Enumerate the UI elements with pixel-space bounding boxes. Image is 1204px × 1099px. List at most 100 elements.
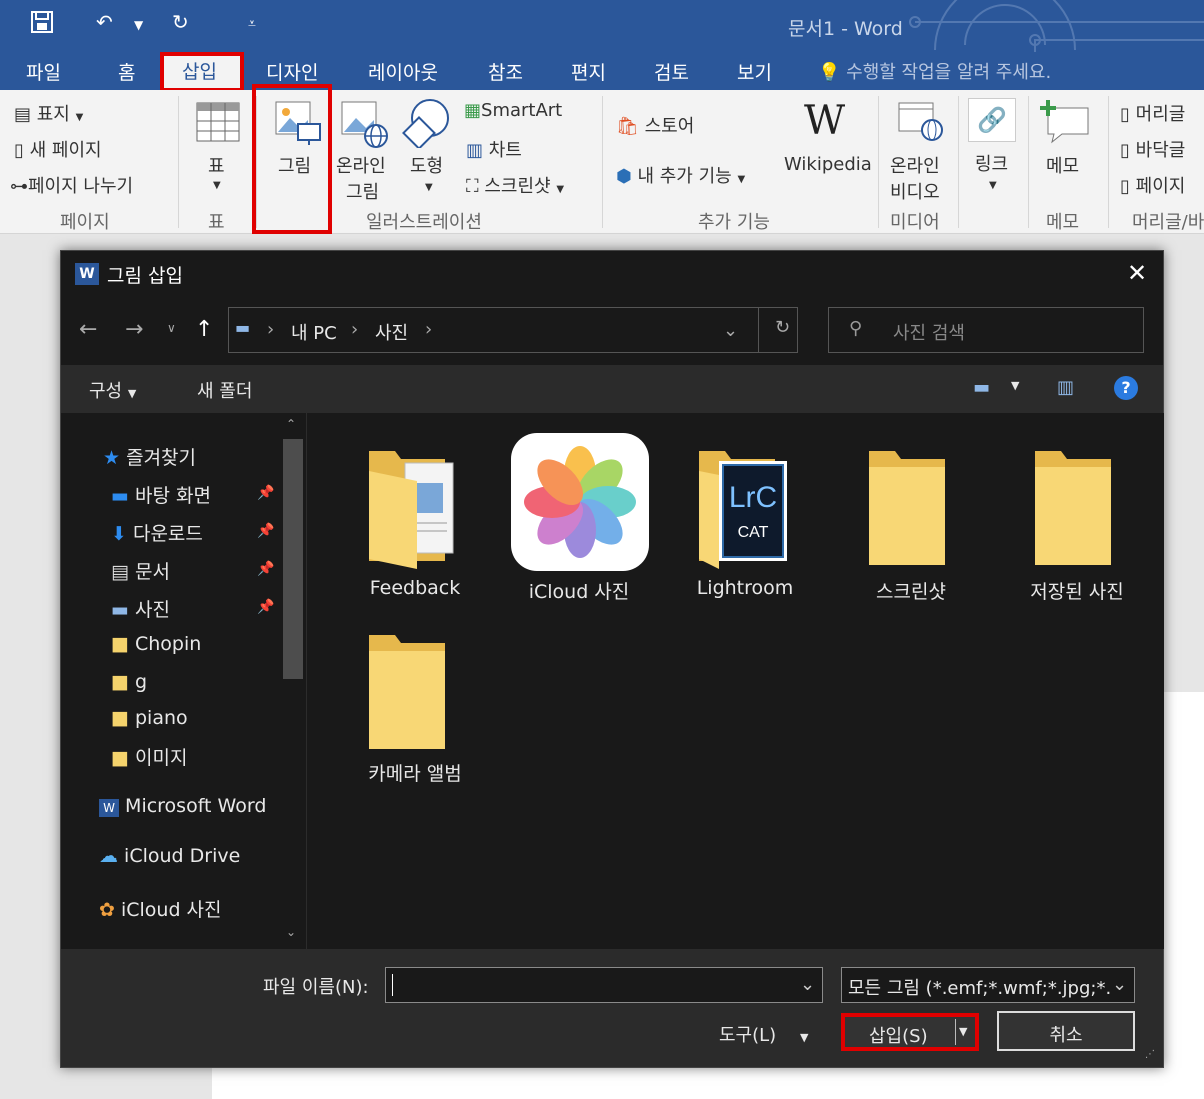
chevron-down-icon: ▼ [737,174,746,185]
nav-desktop[interactable]: ▬ 바탕 화면 [111,481,211,508]
file-type-select[interactable]: 모든 그림 (*.emf;*.wmf;*.jpg;*. ⌄ [841,967,1135,1003]
view-dropdown-icon[interactable]: ▼ [1011,379,1019,392]
page-break-button[interactable]: ⊶페이지 나누기 [10,172,133,198]
smartart-button[interactable]: ▦SmartArt [464,100,562,121]
undo-icon[interactable]: ↶ [96,10,113,34]
redo-icon[interactable]: ↻ [172,10,189,34]
help-icon[interactable]: ? [1114,376,1138,400]
icloud-photos-label: iCloud 사진 [120,899,222,921]
online-picture-label-2[interactable]: 그림 [346,178,379,204]
page-number-button[interactable]: ▯ 페이지 [1120,172,1185,198]
tell-me-search[interactable]: 💡 수행할 작업을 알려 주세요. [818,58,1051,84]
header-label: 머리글 [1135,104,1186,125]
refresh-button[interactable]: ↻ [758,307,810,353]
chevron-down-icon: ▼ [127,387,137,400]
wikipedia-button[interactable]: Wikipedia [784,154,872,175]
search-box[interactable]: ⚲ 사진 검색 [828,307,1144,353]
link-button[interactable]: 링크 [975,150,1008,176]
scroll-down-icon[interactable]: ⌄ [286,925,296,939]
store-button[interactable]: 🛍 스토어 [616,112,694,138]
link-dropdown-icon[interactable]: ▼ [989,180,997,191]
screenshot-button[interactable]: ⛶ 스크린샷 ▼ [466,172,564,198]
chart-button[interactable]: ▥ 차트 [466,136,522,162]
online-video-label-1[interactable]: 온라인 [890,152,940,178]
nav-icloud-photos[interactable]: ✿ iCloud 사진 [99,895,222,922]
file-name-input[interactable]: ⌄ [385,967,823,1003]
file-name-dropdown-icon[interactable]: ⌄ [800,974,815,995]
cancel-button[interactable]: 취소 [997,1011,1135,1051]
tab-design[interactable]: 디자인 [266,58,318,85]
folder-label: 저장된 사진 [1030,581,1124,603]
nav-downloads[interactable]: ⬇ 다운로드 [111,519,203,546]
shapes-dropdown-icon[interactable]: ▼ [425,182,433,193]
tools-button[interactable]: 도구(L) ▼ [719,1021,808,1047]
folder-saved-pictures[interactable]: 저장된 사진 [995,433,1159,613]
file-type-dropdown-icon[interactable]: ⌄ [1112,974,1127,995]
folder-camera-roll[interactable]: 카메라 앨범 [333,617,497,797]
table-button[interactable]: 표 [208,152,225,178]
tab-layout[interactable]: 레이아웃 [368,58,438,85]
back-icon[interactable]: ← [79,317,97,342]
cover-page-button[interactable]: ▤ 표지 ▼ [14,100,83,126]
folder-feedback[interactable]: Feedback [333,433,497,613]
folder-screenshots[interactable]: 스크린샷 [829,433,993,613]
folder-icloud-photos[interactable]: iCloud 사진 [497,433,661,613]
tab-references[interactable]: 참조 [488,58,523,85]
shapes-button[interactable]: 도형 [410,152,443,178]
wikipedia-icon[interactable]: W [804,98,845,144]
new-folder-button[interactable]: 새 폴더 [197,377,252,403]
page-break-icon: ⊶ [10,176,28,197]
nav-piano[interactable]: ■ piano [111,707,188,729]
document-title: 문서1 - Word [788,18,903,40]
recent-locations-icon[interactable]: ∨ [167,321,176,335]
online-video-label-2[interactable]: 비디오 [890,178,940,204]
footer-button[interactable]: ▯ 바닥글 [1120,136,1185,162]
organize-button[interactable]: 구성 ▼ [89,377,136,403]
folder-icon [869,451,945,565]
nav-chopin[interactable]: ■ Chopin [111,633,201,655]
table-icon [196,102,240,142]
online-picture-label-1[interactable]: 온라인 [336,152,386,178]
scrollbar-thumb[interactable] [283,439,303,679]
view-options-icon[interactable]: ▬ [973,377,990,398]
save-icon[interactable] [30,10,54,39]
pin-icon[interactable]: 📌 [257,485,274,501]
header-button[interactable]: ▯ 머리글 [1120,100,1185,126]
scroll-up-icon[interactable]: ⌃ [286,417,296,431]
tab-home[interactable]: 홈 [118,58,135,85]
tab-review[interactable]: 검토 [654,58,689,85]
blank-page-button[interactable]: ▯ 새 페이지 [14,136,102,162]
nav-favorites[interactable]: ★ 즐겨찾기 [103,443,196,470]
nav-microsoft-word[interactable]: W Microsoft Word [99,795,266,817]
preview-pane-icon[interactable]: ▥ [1057,377,1074,398]
text-cursor [392,974,393,996]
breadcrumb-pictures[interactable]: 사진 [375,319,408,345]
nav-documents[interactable]: ▤ 문서 [111,557,170,584]
nav-pictures[interactable]: ▬ 사진 [111,595,170,622]
address-bar[interactable]: ▬ › 내 PC › 사진 › ⌄ [228,307,798,353]
pin-icon[interactable]: 📌 [257,599,274,615]
forward-icon[interactable]: → [125,317,143,342]
my-addins-button[interactable]: ⬢ 내 추가 기능 ▼ [616,162,745,188]
customize-toolbar-icon[interactable]: ⩡ [248,16,256,32]
organize-label: 구성 [89,381,123,402]
pin-icon[interactable]: 📌 [257,523,274,539]
resize-grip-icon[interactable]: ⋰ [1145,1049,1155,1060]
comment-button[interactable]: 메모 [1046,152,1079,178]
tab-mailings[interactable]: 편지 [571,58,606,85]
folder-lightroom[interactable]: LrC CAT Lightroom [663,433,827,613]
nav-icloud-drive[interactable]: ☁ iCloud Drive [99,845,240,867]
online-video-icon [898,102,943,141]
nav-images[interactable]: ■ 이미지 [111,743,187,770]
table-dropdown-icon[interactable]: ▼ [213,180,221,191]
pin-icon[interactable]: 📌 [257,561,274,577]
nav-g[interactable]: ■ g [111,671,147,693]
up-icon[interactable]: ↑ [195,317,213,342]
address-dropdown-icon[interactable]: ⌄ [723,320,738,341]
tab-view[interactable]: 보기 [737,58,772,85]
close-icon[interactable]: ✕ [1127,259,1147,287]
highlight-insert-button [841,1013,979,1051]
undo-dropdown-icon[interactable]: ▼ [134,18,143,32]
tab-file[interactable]: 파일 [26,58,61,85]
breadcrumb-this-pc[interactable]: 내 PC [291,319,337,345]
